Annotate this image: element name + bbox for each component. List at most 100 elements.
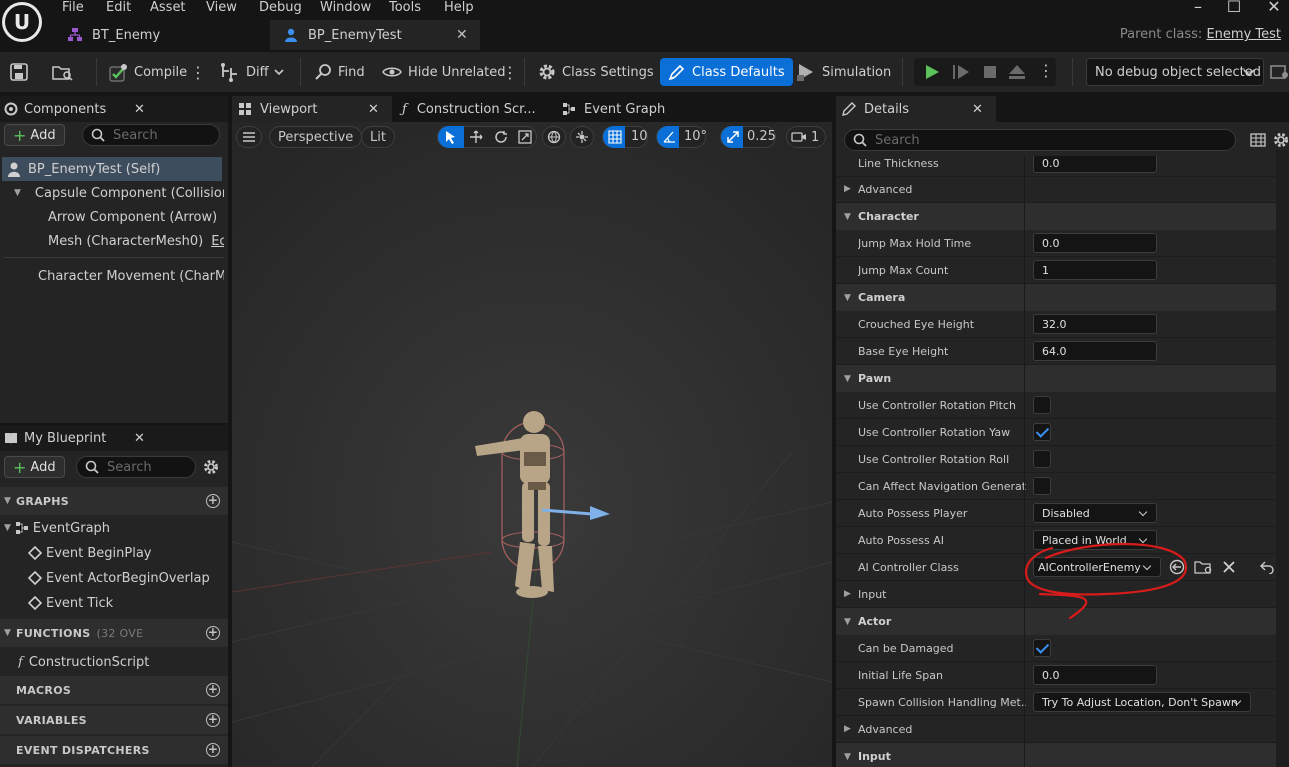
initial-life-span-field[interactable]: 0.0 bbox=[1033, 665, 1157, 685]
add-dispatcher-icon[interactable]: + bbox=[206, 743, 220, 757]
expand-arrow-icon[interactable]: ▼ bbox=[4, 523, 11, 533]
menu-asset[interactable]: Asset bbox=[150, 0, 186, 15]
eject-icon[interactable] bbox=[1008, 64, 1026, 80]
close-tab-icon[interactable]: ✕ bbox=[134, 102, 145, 117]
component-item-capsule[interactable]: ▼ Capsule Component (Collision bbox=[14, 181, 224, 205]
clear-icon[interactable] bbox=[1222, 560, 1236, 574]
class-defaults-button[interactable]: Class Defaults bbox=[660, 58, 793, 86]
debug-object-dropdown[interactable]: No debug object selected bbox=[1086, 58, 1264, 86]
variables-section[interactable]: VARIABLES + bbox=[0, 706, 228, 734]
perspective-button[interactable]: Perspective bbox=[269, 126, 363, 148]
viewport[interactable]: Perspective Lit 10 10° 0.25 1 bbox=[232, 122, 832, 767]
spawn-collision-dropdown[interactable]: Try To Adjust Location, Don't Spawn bbox=[1033, 692, 1251, 712]
add-member-button[interactable]: + Add bbox=[4, 456, 65, 478]
maximize-icon[interactable]: ☐ bbox=[1219, 0, 1249, 15]
menu-view[interactable]: View bbox=[206, 0, 237, 15]
stop-icon[interactable] bbox=[982, 64, 998, 80]
class-settings-button[interactable]: Class Settings bbox=[538, 58, 654, 86]
component-item-arrow[interactable]: Arrow Component (Arrow) I bbox=[40, 205, 224, 229]
event-item[interactable]: Event Tick bbox=[28, 591, 224, 615]
table-view-icon[interactable] bbox=[1250, 133, 1266, 147]
compile-button[interactable]: Compile bbox=[108, 58, 187, 86]
tab-viewport[interactable]: Viewport ✕ bbox=[232, 96, 392, 122]
add-component-button[interactable]: + Add bbox=[4, 124, 65, 146]
tab-event-graph[interactable]: Event Graph bbox=[562, 96, 692, 122]
play-options-icon[interactable]: ⋮ bbox=[1038, 61, 1054, 80]
functions-section[interactable]: ▼ FUNCTIONS (32 OVE + bbox=[0, 619, 228, 647]
expand-arrow-icon[interactable]: ▼ bbox=[14, 188, 21, 198]
category-character[interactable]: ▼ Character bbox=[836, 203, 1276, 230]
category-input[interactable]: ▼ Input bbox=[836, 743, 1276, 767]
save-button[interactable] bbox=[10, 58, 34, 86]
tab-bp-enemytest[interactable]: BP_EnemyTest ✕ bbox=[270, 20, 480, 50]
add-function-icon[interactable]: + bbox=[206, 626, 220, 640]
lit-button[interactable]: Lit bbox=[361, 126, 395, 148]
menu-edit[interactable]: Edit bbox=[106, 0, 131, 15]
step-icon[interactable] bbox=[952, 64, 970, 80]
browse-asset-icon[interactable] bbox=[1194, 559, 1212, 575]
scale-icon[interactable] bbox=[518, 130, 532, 144]
rotate-icon[interactable] bbox=[494, 130, 508, 144]
close-tab-icon[interactable]: ✕ bbox=[368, 102, 379, 117]
event-item[interactable]: Event BeginPlay bbox=[28, 541, 224, 565]
tab-details[interactable]: Details ✕ bbox=[836, 96, 996, 122]
collapse-arrow-icon[interactable]: ▼ bbox=[4, 496, 11, 506]
gear-icon[interactable] bbox=[1273, 132, 1289, 148]
menu-debug[interactable]: Debug bbox=[259, 0, 302, 15]
category-camera[interactable]: ▼ Camera bbox=[836, 284, 1276, 311]
jump-max-count-field[interactable]: 1 bbox=[1033, 260, 1157, 280]
tab-bt-enemy[interactable]: BT_Enemy bbox=[58, 20, 258, 50]
debug-browse-icon[interactable] bbox=[1270, 64, 1289, 80]
translate-icon[interactable] bbox=[469, 130, 483, 144]
menu-file[interactable]: File bbox=[62, 0, 84, 15]
auto-possess-player-dropdown[interactable]: Disabled bbox=[1033, 503, 1157, 523]
menu-window[interactable]: Window bbox=[320, 0, 371, 15]
base-eye-height-field[interactable]: 64.0 bbox=[1033, 341, 1157, 361]
can-affect-navigation-checkbox[interactable] bbox=[1033, 477, 1051, 495]
category-pawn[interactable]: ▼ Pawn bbox=[836, 365, 1276, 392]
blueprint-search-input[interactable]: Search bbox=[76, 456, 196, 478]
can-be-damaged-checkbox[interactable] bbox=[1033, 639, 1051, 657]
component-item-self[interactable]: BP_EnemyTest (Self) bbox=[2, 157, 222, 181]
reset-to-default-icon[interactable] bbox=[1260, 560, 1274, 574]
jump-max-hold-time-field[interactable]: 0.0 bbox=[1033, 233, 1157, 253]
use-roll-checkbox[interactable] bbox=[1033, 450, 1051, 468]
tab-construction-script[interactable]: ƒ Construction Scr... bbox=[402, 96, 552, 122]
component-item-mesh[interactable]: Mesh (CharacterMesh0) Ec bbox=[40, 229, 224, 253]
details-scrollbar[interactable] bbox=[1276, 150, 1289, 767]
hide-unrelated-options-icon[interactable]: ⋮ bbox=[502, 58, 518, 86]
grid-snap-button[interactable]: 10 bbox=[602, 126, 648, 148]
camera-speed-button[interactable]: 1 bbox=[786, 126, 826, 148]
add-macro-icon[interactable]: + bbox=[206, 683, 220, 697]
macros-section[interactable]: MACROS + bbox=[0, 676, 228, 704]
rotation-snap-button[interactable]: 10° bbox=[656, 126, 707, 148]
event-graph-item[interactable]: ▼ EventGraph bbox=[4, 516, 224, 540]
gear-icon[interactable] bbox=[203, 459, 219, 475]
minimize-icon[interactable]: – bbox=[1183, 0, 1213, 15]
surface-snap-button[interactable] bbox=[570, 126, 594, 148]
scale-snap-button[interactable]: 0.25 bbox=[720, 126, 776, 148]
use-pitch-checkbox[interactable] bbox=[1033, 396, 1051, 414]
event-item[interactable]: Event ActorBeginOverlap bbox=[28, 566, 224, 590]
menu-help[interactable]: Help bbox=[444, 0, 474, 15]
unreal-logo-icon[interactable]: U bbox=[2, 2, 42, 42]
graphs-section[interactable]: ▼ GRAPHS + bbox=[0, 487, 228, 515]
use-yaw-checkbox[interactable] bbox=[1033, 423, 1051, 441]
parent-class-link[interactable]: Enemy Test bbox=[1206, 27, 1281, 42]
close-tab-icon[interactable]: ✕ bbox=[972, 102, 983, 117]
advanced-expander[interactable]: ▶ Advanced bbox=[836, 716, 1276, 743]
dispatchers-section[interactable]: EVENT DISPATCHERS + bbox=[0, 736, 228, 764]
details-search-input[interactable]: Search bbox=[844, 129, 1236, 151]
close-tab-icon[interactable]: ✕ bbox=[134, 431, 145, 446]
close-tab-icon[interactable]: ✕ bbox=[456, 27, 468, 43]
crouched-eye-height-field[interactable]: 32.0 bbox=[1033, 314, 1157, 334]
component-item-movement[interactable]: Character Movement (CharMo bbox=[30, 264, 224, 288]
line-thickness-field[interactable]: 0.0 bbox=[1033, 156, 1157, 173]
simulation-button[interactable]: Simulation bbox=[796, 58, 891, 86]
world-local-button[interactable] bbox=[542, 126, 566, 148]
construction-script-item[interactable]: ƒ ConstructionScript bbox=[18, 650, 224, 674]
browse-button[interactable] bbox=[52, 58, 80, 86]
play-icon[interactable] bbox=[924, 64, 940, 80]
tab-components[interactable]: Components ✕ bbox=[0, 96, 228, 122]
edit-link[interactable]: Ec bbox=[211, 234, 224, 249]
